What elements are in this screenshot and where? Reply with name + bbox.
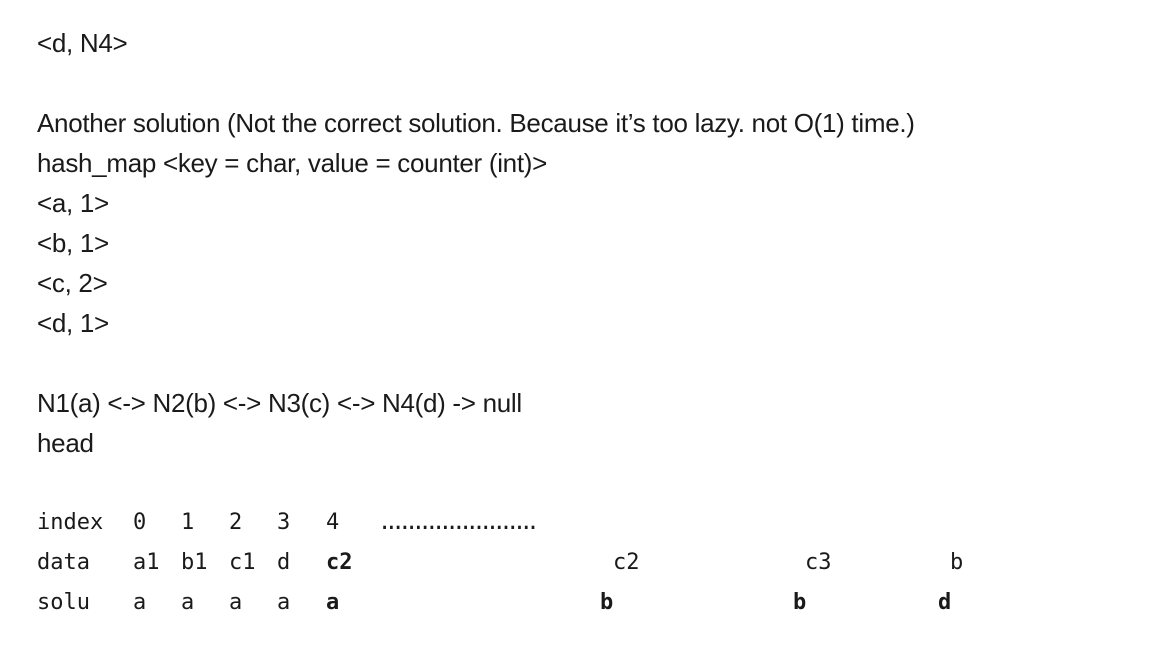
solu-cell: a xyxy=(133,590,147,615)
data-cell: d xyxy=(277,550,291,575)
index-cell: 4 xyxy=(326,510,340,535)
index-cell: 0 xyxy=(133,510,147,535)
data-row-label: data xyxy=(37,550,90,575)
text-line-hash-map: hash_map <key = char, value = counter (i… xyxy=(37,148,547,178)
index-ellipsis: ....................... xyxy=(378,510,540,535)
solu-row-label: solu xyxy=(37,590,90,615)
text-line-entry-d: <d, 1> xyxy=(37,308,109,338)
text-line-entry-b: <b, 1> xyxy=(37,228,109,258)
solu-cell-highlighted: b xyxy=(793,590,807,615)
data-cell: c1 xyxy=(229,550,256,575)
data-cell: a1 xyxy=(133,550,160,575)
solu-cell-highlighted: d xyxy=(938,590,952,615)
text-line-d-n4: <d, N4> xyxy=(37,28,128,58)
index-cell: 3 xyxy=(277,510,291,535)
data-cell: c2 xyxy=(613,550,640,575)
solu-cell: a xyxy=(277,590,291,615)
data-cell: c3 xyxy=(805,550,832,575)
text-line-head: head xyxy=(37,428,94,458)
solu-cell-highlighted: a xyxy=(326,590,340,615)
index-row-label: index xyxy=(37,510,104,535)
solu-cell: a xyxy=(229,590,243,615)
document-page: <d, N4> Another solution (Not the correc… xyxy=(0,0,1159,657)
solu-cell-highlighted: b xyxy=(600,590,614,615)
index-cell: 2 xyxy=(229,510,243,535)
data-cell-highlighted: c2 xyxy=(326,550,353,575)
data-cell: b xyxy=(950,550,964,575)
solu-cell: a xyxy=(181,590,195,615)
data-cell: b1 xyxy=(181,550,208,575)
index-cell: 1 xyxy=(181,510,195,535)
text-line-entry-c: <c, 2> xyxy=(37,268,108,298)
text-line-linked-list: N1(a) <-> N2(b) <-> N3(c) <-> N4(d) -> n… xyxy=(37,388,522,418)
text-line-entry-a: <a, 1> xyxy=(37,188,109,218)
text-line-another-solution: Another solution (Not the correct soluti… xyxy=(37,108,915,138)
